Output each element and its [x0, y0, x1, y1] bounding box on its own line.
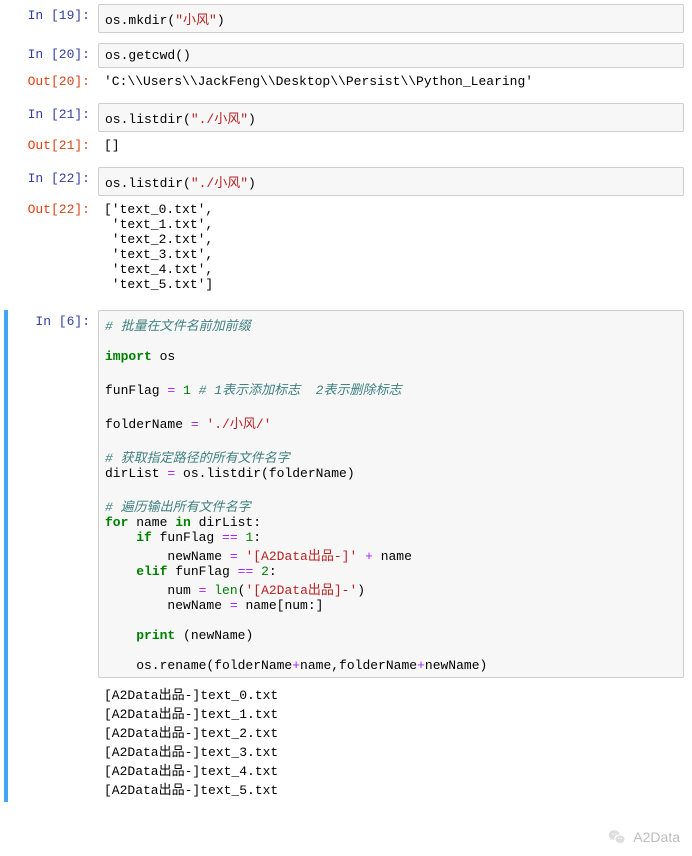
code-text — [253, 564, 261, 579]
output-text: ['text_0.txt', 'text_1.txt', 'text_2.txt… — [98, 198, 684, 296]
output-cell: Out[21]: [] — [8, 134, 684, 157]
operator: = — [230, 549, 238, 564]
output-cell: Out[20]: 'C:\\Users\\JackFeng\\Desktop\\… — [8, 70, 684, 93]
code-text: os — [152, 349, 175, 364]
out-prompt: Out[22]: — [8, 198, 98, 221]
code-cell: In [20]: os.getcwd() — [8, 43, 684, 68]
keyword: in — [175, 515, 191, 530]
code-text: os.listdir(folderName) — [175, 466, 354, 481]
code-text: os.listdir( — [105, 112, 191, 127]
keyword: for — [105, 515, 128, 530]
code-text — [175, 383, 183, 398]
code-cell: In [21]: os.listdir("./小风") — [8, 103, 684, 132]
out-prompt: Out[21]: — [8, 134, 98, 157]
wechat-icon — [607, 828, 627, 846]
code-text: newName — [105, 549, 230, 564]
out-prompt: Out[20]: — [8, 70, 98, 93]
operator: + — [292, 658, 300, 673]
code-text: dirList: — [191, 515, 261, 530]
string-literal: './小风/' — [206, 417, 271, 432]
notebook: In [19]: os.mkdir("小风") In [20]: os.getc… — [0, 0, 692, 808]
empty-prompt — [8, 680, 98, 688]
code-input[interactable]: os.listdir("./小风") — [98, 167, 684, 196]
code-text: newName — [105, 598, 230, 613]
operator: + — [417, 658, 425, 673]
code-text: num — [105, 583, 199, 598]
code-input[interactable]: os.mkdir("小风") — [98, 4, 684, 33]
code-input[interactable]: # 批量在文件名前加前缀 import os funFlag = 1 # 1表示… — [98, 310, 684, 678]
operator: = — [230, 598, 238, 613]
watermark-text: A2Data — [633, 829, 680, 845]
code-cell: In [19]: os.mkdir("小风") — [8, 4, 684, 33]
string-literal: '[A2Data出品]-' — [245, 583, 357, 598]
watermark: A2Data — [607, 828, 680, 846]
code-text: newName) — [425, 658, 487, 673]
output-text: [] — [98, 134, 684, 157]
code-text: os.listdir( — [105, 176, 191, 191]
keyword: elif — [136, 564, 167, 579]
code-text: funFlag — [152, 530, 222, 545]
code-text — [357, 549, 365, 564]
code-text: ) — [217, 13, 225, 28]
code-text — [105, 530, 136, 545]
operator: == — [222, 530, 238, 545]
output-text: 'C:\\Users\\JackFeng\\Desktop\\Persist\\… — [98, 70, 684, 93]
comment: # 获取指定路径的所有文件名字 — [105, 451, 290, 466]
in-prompt: In [22]: — [8, 167, 98, 190]
comment: # 1表示添加标志 2表示删除标志 — [199, 383, 402, 398]
code-text: os.getcwd() — [105, 48, 191, 63]
code-text: name — [128, 515, 175, 530]
keyword: import — [105, 349, 152, 364]
code-text: ) — [248, 112, 256, 127]
output-cell: Out[22]: ['text_0.txt', 'text_1.txt', 't… — [8, 198, 684, 296]
selected-cell: In [6]: # 批量在文件名前加前缀 import os funFlag =… — [4, 310, 684, 802]
code-text: name — [373, 549, 412, 564]
code-text — [105, 564, 136, 579]
code-text: os.mkdir( — [105, 13, 175, 28]
string-literal: "./小风" — [191, 112, 248, 127]
in-prompt: In [6]: — [8, 310, 98, 333]
code-cell: In [22]: os.listdir("./小风") — [8, 167, 684, 196]
code-text: funFlag — [105, 383, 167, 398]
in-prompt: In [21]: — [8, 103, 98, 126]
code-text: (newName) — [175, 628, 253, 643]
string-literal: "小风" — [175, 13, 217, 28]
code-text — [105, 628, 136, 643]
string-literal: "./小风" — [191, 176, 248, 191]
number: 1 — [183, 383, 191, 398]
keyword: print — [136, 628, 175, 643]
code-text: dirList — [105, 466, 167, 481]
number: 2 — [261, 564, 269, 579]
code-text: name[num:] — [238, 598, 324, 613]
code-text: funFlag — [167, 564, 237, 579]
output-cell: [A2Data出品-]text_0.txt [A2Data出品-]text_1.… — [8, 680, 684, 802]
operator: == — [238, 564, 254, 579]
in-prompt: In [19]: — [8, 4, 98, 27]
code-text: ) — [248, 176, 256, 191]
code-input[interactable]: os.getcwd() — [98, 43, 684, 68]
keyword: if — [136, 530, 152, 545]
operator: = — [191, 417, 199, 432]
comment: # 批量在文件名前加前缀 — [105, 319, 251, 334]
output-text: [A2Data出品-]text_0.txt [A2Data出品-]text_1.… — [98, 680, 684, 802]
code-text: name,folderName — [300, 658, 417, 673]
code-text — [191, 383, 199, 398]
builtin: len — [214, 583, 237, 598]
operator: + — [365, 549, 373, 564]
code-text: : — [269, 564, 277, 579]
comment: # 遍历输出所有文件名字 — [105, 500, 251, 515]
code-input[interactable]: os.listdir("./小风") — [98, 103, 684, 132]
in-prompt: In [20]: — [8, 43, 98, 66]
string-literal: '[A2Data出品-]' — [245, 549, 357, 564]
code-text: os.rename(folderName — [105, 658, 292, 673]
code-text: ) — [357, 583, 365, 598]
code-text: folderName — [105, 417, 191, 432]
code-text: : — [253, 530, 261, 545]
code-cell: In [6]: # 批量在文件名前加前缀 import os funFlag =… — [8, 310, 684, 678]
